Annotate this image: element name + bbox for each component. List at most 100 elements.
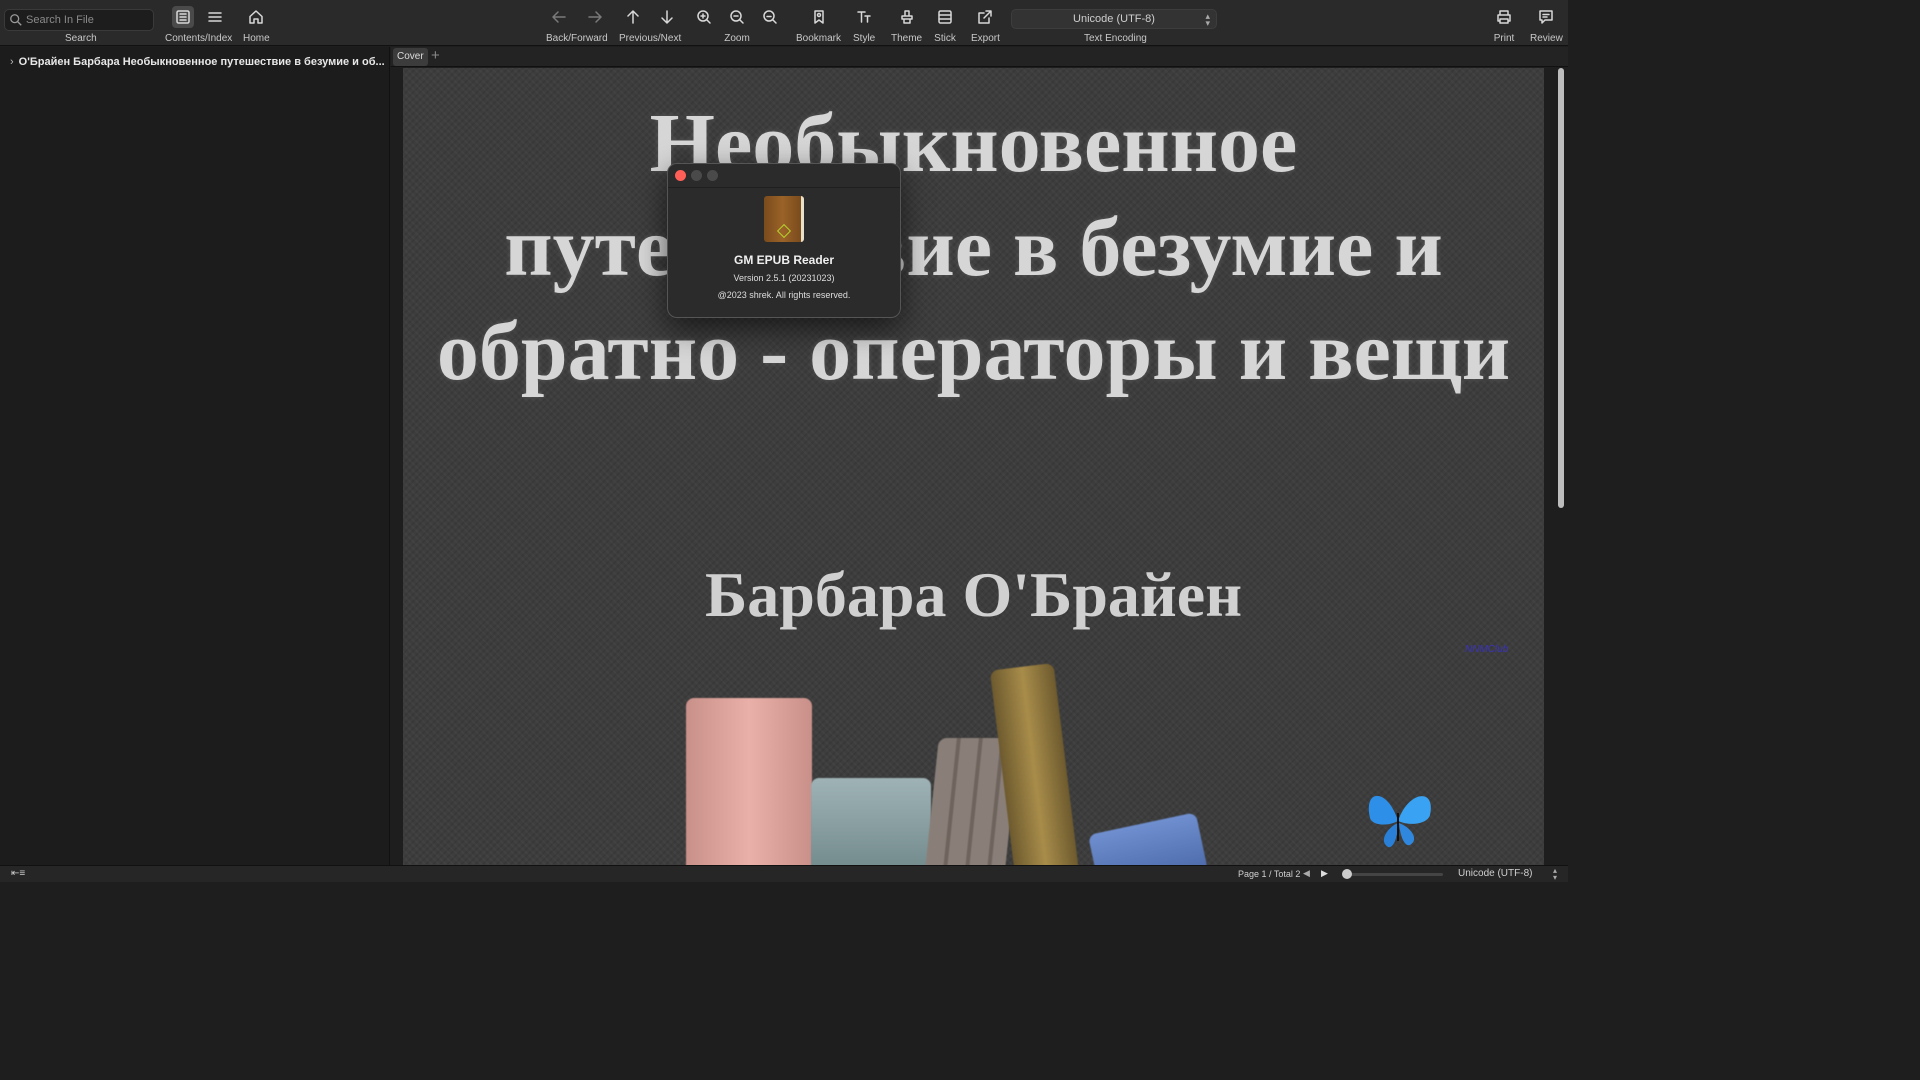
watermark: NNMClub [1465,644,1509,655]
search-label: Search [65,33,97,44]
status-bar: ⇤≡ Page 1 / Total 2 ◀ ▶ Unicode (UTF-8) … [0,865,1568,882]
home-button[interactable] [245,6,267,28]
zoom-group: Zoom [693,4,781,44]
page-slider[interactable] [1342,869,1443,879]
review-group: Review [1530,4,1563,44]
zoom-out-icon [730,10,744,24]
bookmark-icon [813,10,824,24]
home-group: Home [243,4,270,44]
zoom-in-icon [697,10,711,24]
prevnext-label: Previous/Next [619,33,682,44]
window-icon [938,10,952,24]
text-style-icon [857,11,871,23]
theme-label: Theme [891,33,923,44]
backforward-label: Back/Forward [546,33,608,44]
blue-book [1087,812,1209,865]
theme-button[interactable] [896,6,918,28]
export-group: Export [971,4,1000,44]
zoom-label: Zoom [724,33,750,44]
tab-bar: Cover + [391,47,1568,67]
add-tab-button[interactable]: + [431,47,440,65]
search-field[interactable] [4,9,154,31]
review-label: Review [1530,33,1563,44]
dialog-titlebar [668,164,900,188]
about-dialog: GM EPUB Reader Version 2.5.1 (20231023) … [667,163,901,318]
export-button[interactable] [974,6,996,28]
pink-book [686,698,812,865]
zoom-reset-icon [763,10,777,24]
zoom-window-button[interactable] [707,170,718,181]
brush-icon [900,10,913,24]
printer-icon [1497,10,1511,24]
next-button[interactable] [656,6,678,28]
search-input[interactable] [26,14,146,26]
toolbar: Search Contents/Index Home [0,0,1568,46]
stick-button[interactable] [934,6,956,28]
home-icon [249,10,264,24]
status-encoding[interactable]: Unicode (UTF-8) [1458,868,1532,879]
app-icon [764,196,804,242]
zoom-out-button[interactable] [726,6,748,28]
index-button[interactable] [204,6,226,28]
export-label: Export [971,33,1000,44]
prevnext-group: Previous/Next [619,4,681,44]
prev-page-icon[interactable]: ◀ [1303,868,1310,879]
encoding-select[interactable]: Unicode (UTF-8) ▴ ▾ [1011,9,1217,29]
arrow-right-icon [588,11,602,23]
menu-icon [207,12,222,22]
style-group: Style [853,4,875,44]
teal-book [811,778,931,865]
chevron-right-icon[interactable]: › [10,56,14,68]
theme-group: Theme [891,4,922,44]
book-title: Необыкновенное путешествие в безумие и о… [436,97,1511,398]
app-version: Version 2.5.1 (20231023) [733,273,835,283]
search-icon [10,14,22,26]
home-label: Home [243,33,270,44]
close-button[interactable] [675,170,686,181]
book-author: Барбара О'Брайен [704,559,1243,630]
page-slider-knob[interactable] [1342,869,1352,879]
sidebar: › О'Брайен Барбара Необыкновенное путеше… [0,47,390,865]
next-page-icon[interactable]: ▶ [1321,868,1328,879]
export-icon [978,10,993,24]
backforward-group: Back/Forward [546,4,608,44]
print-label: Print [1493,33,1515,44]
list-icon [175,10,190,24]
encoding-label: Text Encoding [1084,33,1147,44]
app-copyright: @2023 shrek. All rights reserved. [717,290,851,300]
vertical-scrollbar[interactable] [1556,68,1566,865]
review-button[interactable] [1535,6,1557,28]
print-button[interactable] [1493,6,1515,28]
bookmark-group: Bookmark [796,4,841,44]
arrow-left-icon [552,11,566,23]
arrow-down-icon [661,10,673,24]
toc-item[interactable]: › О'Брайен Барбара Необыкновенное путеше… [10,56,385,68]
bookmark-label: Bookmark [796,33,842,44]
zoom-reset-button[interactable] [759,6,781,28]
encoding-value: Unicode (UTF-8) [1073,13,1155,25]
back-button[interactable] [548,6,570,28]
toc-item-label: О'Брайен Барбара Необыкновенное путешест… [18,56,385,68]
updown-chevron-icon: ▴ ▾ [1205,11,1210,28]
comment-icon [1539,10,1554,24]
previous-button[interactable] [622,6,644,28]
book-page: Необыкновенное путешествие в безумие и о… [403,68,1544,865]
stick-group: Stick [934,4,956,44]
butterfly-icon [1368,795,1431,848]
scroll-thumb[interactable] [1558,68,1564,508]
stick-label: Stick [934,33,956,44]
app-name: GM EPUB Reader [733,253,835,267]
sidebar-toggle-icon[interactable]: ⇤≡ [11,868,25,879]
contents-button[interactable] [171,6,194,28]
zoom-in-button[interactable] [693,6,715,28]
minimize-button[interactable] [691,170,702,181]
page-indicator: Page 1 / Total 2 [1238,869,1301,879]
tab-cover[interactable]: Cover [393,48,428,66]
updown-chevron-icon[interactable]: ▴ ▾ [1553,867,1557,882]
contents-label: Contents/Index [165,33,233,44]
bookmark-button[interactable] [808,6,830,28]
style-button[interactable] [853,6,875,28]
forward-button[interactable] [584,6,606,28]
print-group: Print [1493,4,1515,44]
arrow-up-icon [627,10,639,24]
